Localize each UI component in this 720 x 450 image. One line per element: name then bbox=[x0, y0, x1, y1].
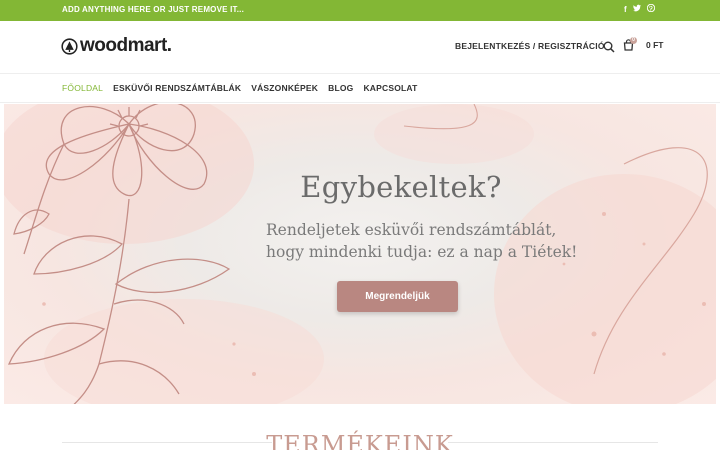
nav-item-blog[interactable]: BLOG bbox=[328, 83, 353, 93]
top-bar: ADD ANYTHING HERE OR JUST REMOVE IT... f bbox=[0, 0, 720, 21]
hero-title: Egybekeltek? bbox=[300, 170, 502, 204]
hero-subtitle: Rendeljetek esküvői rendszámtáblát, hogy… bbox=[266, 219, 577, 263]
logo-text: woodmart. bbox=[80, 35, 172, 56]
section-title: TERMÉKEINK bbox=[266, 431, 454, 450]
logo[interactable]: woodmart. bbox=[61, 35, 172, 57]
main-navigation: FŐOLDAL ESKÜVŐI RENDSZÁMTÁBLÁK VÁSZONKÉP… bbox=[0, 75, 720, 103]
nav-item-contact[interactable]: KAPCSOLAT bbox=[363, 83, 417, 93]
topbar-text: ADD ANYTHING HERE OR JUST REMOVE IT... bbox=[62, 5, 244, 14]
cart-count-badge: 0 bbox=[630, 37, 637, 44]
nav-item-canvas-prints[interactable]: VÁSZONKÉPEK bbox=[251, 83, 318, 93]
cart-total: 0 FT bbox=[646, 40, 664, 50]
hero-subtitle-line-1: Rendeljetek esküvői rendszámtáblát, bbox=[266, 221, 557, 239]
pinterest-icon[interactable] bbox=[646, 3, 655, 16]
hero-subtitle-line-2: hogy mindenki tudja: ez a nap a Tiétek! bbox=[266, 243, 578, 261]
login-register-link[interactable]: BEJELENTKEZÉS / REGISZTRÁCIÓ bbox=[455, 41, 605, 51]
logo-tree-icon bbox=[61, 37, 78, 55]
social-links: f bbox=[624, 3, 655, 16]
search-icon[interactable] bbox=[603, 40, 615, 53]
cart-button[interactable]: 0 0 FT bbox=[623, 37, 664, 51]
twitter-icon[interactable] bbox=[632, 4, 641, 16]
products-section: TERMÉKEINK bbox=[0, 404, 720, 450]
hero-banner: Egybekeltek? Rendeljetek esküvői rendszá… bbox=[4, 104, 716, 404]
nav-item-wedding-plates[interactable]: ESKÜVŐI RENDSZÁMTÁBLÁK bbox=[113, 83, 241, 93]
site-header: woodmart. BEJELENTKEZÉS / REGISZTRÁCIÓ 0… bbox=[0, 21, 720, 74]
order-button[interactable]: Megrendeljük bbox=[337, 281, 458, 312]
nav-item-home[interactable]: FŐOLDAL bbox=[62, 83, 103, 93]
facebook-icon[interactable]: f bbox=[624, 4, 627, 16]
